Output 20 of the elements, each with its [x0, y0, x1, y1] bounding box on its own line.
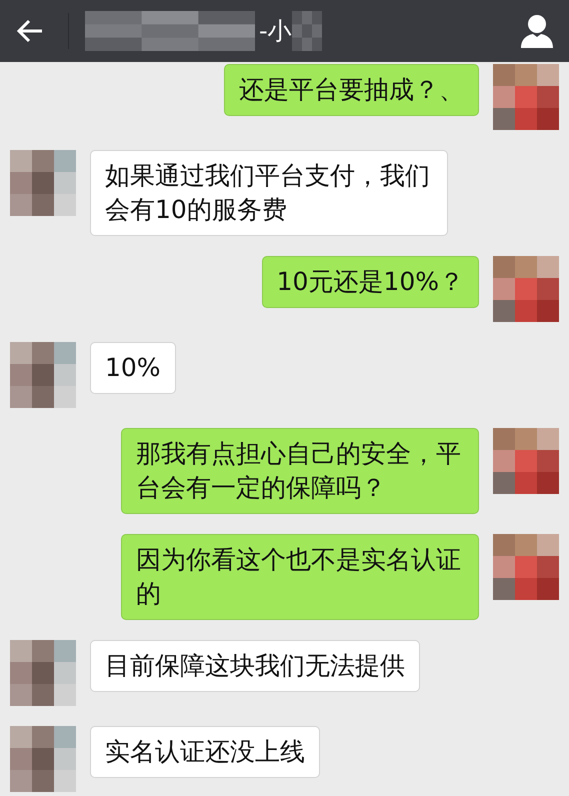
message-bubble: 目前保障这块我们无法提供 [90, 640, 420, 692]
message-bubble: 10% [90, 342, 176, 394]
profile-icon[interactable] [521, 14, 553, 48]
redaction-block [292, 11, 322, 51]
message-bubble: 因为你看这个也不是实名认证的 [121, 534, 479, 620]
avatar [10, 726, 76, 792]
message-bubble: 实名认证还没上线 [90, 726, 320, 778]
message-bubble: 那我有点担心自己的安全，平台会有一定的保障吗？ [121, 428, 479, 514]
message-bubble: 10元还是10%？ [262, 256, 479, 308]
chat-title: -小 [259, 16, 292, 47]
avatar [10, 640, 76, 706]
avatar [493, 534, 559, 600]
avatar [10, 342, 76, 408]
message-bubble: 如果通过我们平台支付，我们会有10的服务费 [90, 150, 448, 236]
avatar [493, 428, 559, 494]
avatar [10, 150, 76, 216]
message-bubble: 还是平台要抽成？、 [224, 64, 479, 116]
back-icon[interactable] [16, 19, 44, 43]
avatar [493, 64, 559, 130]
avatar [493, 256, 559, 322]
